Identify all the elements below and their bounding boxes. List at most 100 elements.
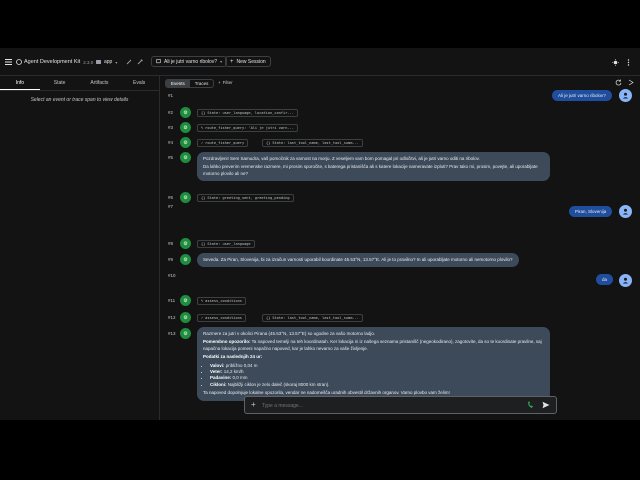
tab-evals[interactable]: Evals xyxy=(119,76,159,90)
new-session-button[interactable]: + New Session xyxy=(225,56,271,67)
user-avatar xyxy=(619,89,632,102)
tab-artifacts[interactable]: Artifacts xyxy=(80,76,120,90)
event-row[interactable]: #2 ⚙ {} State: user_language, location_co… xyxy=(160,107,640,120)
event-id: #8 xyxy=(168,241,174,246)
send-icon[interactable] xyxy=(542,401,550,411)
main-panel: Events Traces + Filter #1 Ali je jutri v… xyxy=(160,76,640,420)
session-title-pill[interactable]: Ali je jutri varno ribolov? ▾ xyxy=(151,56,228,67)
warning-paragraph: Pomembno opozorilo: Ta napoved temelji n… xyxy=(203,339,544,352)
theme-toggle-icon[interactable] xyxy=(612,56,619,68)
agent-avatar: ⚙ xyxy=(180,107,191,118)
event-id: #5 xyxy=(168,155,174,160)
event-row[interactable]: #3 ⚙ ϟ route_fisher_query: 'Ali je jutri … xyxy=(160,122,640,135)
agent-avatar: ⚙ xyxy=(180,254,191,265)
details-list: Valovi: približno 0,04 m Veter: 14,2 km/… xyxy=(210,363,544,389)
more-vert-icon[interactable] xyxy=(627,56,630,68)
event-row[interactable]: #5 ⚙ Pozdravljeni! Sem Samudra, vaš pomo… xyxy=(160,152,640,190)
event-id: #3 xyxy=(168,125,174,130)
event-row[interactable]: #11 ⚙ ϟ assess_conditions xyxy=(160,295,640,308)
folder-icon xyxy=(96,60,101,64)
item-key: Veter: xyxy=(210,369,223,375)
app-title: Agent Development Kit 2.3.0 xyxy=(24,56,93,68)
user-avatar xyxy=(619,205,632,218)
braces-icon: {} xyxy=(266,141,271,145)
user-avatar xyxy=(619,274,632,287)
bolt-icon: ϟ xyxy=(201,126,204,130)
state-chip[interactable]: {} State: user_language, location_confir.… xyxy=(197,109,298,117)
function-call-chip[interactable]: ϟ route_fisher_query: 'Ali je jutri varn.… xyxy=(197,124,298,132)
item-key: Valovi: xyxy=(210,362,225,368)
chip-label: route_fisher_query xyxy=(205,141,245,145)
chip-label: State: last_tool_name, last_tool_summ... xyxy=(272,141,359,145)
app-title-text: Agent Development Kit xyxy=(24,59,81,65)
state-chip[interactable]: {} State: user_language xyxy=(197,240,255,248)
event-id: #9 xyxy=(168,257,174,262)
state-chip[interactable]: {} State: greeting_sent, greeting_pending xyxy=(197,194,294,202)
refresh-icon[interactable] xyxy=(615,79,622,88)
event-row[interactable]: #1 Ali je jutri varno ribolov? xyxy=(160,89,640,104)
app-window: Agent Development Kit 2.3.0 app ▾ Ali je… xyxy=(0,48,640,420)
agent-avatar: ⚙ xyxy=(180,312,191,323)
edit-icon[interactable] xyxy=(137,56,143,68)
left-tabs: Info State Artifacts Evals xyxy=(0,76,159,91)
agent-message: Seveda. Za Piran, Slovenija, bi za izrač… xyxy=(197,253,519,268)
event-id: #12 xyxy=(168,315,176,320)
check-icon: ✓ xyxy=(201,316,204,320)
top-bar: Agent Development Kit 2.3.0 app ▾ Ali je… xyxy=(0,48,640,76)
expand-icon[interactable] xyxy=(628,79,634,88)
agent-avatar: ⚙ xyxy=(180,192,191,203)
item-value: približno 0,04 m xyxy=(224,362,258,368)
chat-icon xyxy=(156,59,161,64)
message-composer: + xyxy=(244,396,557,414)
chip-label: route_fisher_query: 'Ali je jutri varn..… xyxy=(205,126,294,130)
chip-label: State: greeting_sent, greeting_pending xyxy=(207,196,290,200)
event-row[interactable]: #9 ⚙ Seveda. Za Piran, Slovenija, bi za … xyxy=(160,253,640,268)
call-icon[interactable] xyxy=(527,401,534,411)
pencil-icon[interactable] xyxy=(126,56,132,68)
event-id: #10 xyxy=(168,273,176,278)
tab-state[interactable]: State xyxy=(40,76,80,90)
function-call-chip[interactable]: ϟ assess_conditions xyxy=(197,297,246,305)
state-chip[interactable]: {} State: last_tool_name, last_tool_summ.… xyxy=(262,314,363,322)
plus-icon: + xyxy=(218,80,221,85)
message-paragraph: Razmere za jutri v okolici Pirana (45.53… xyxy=(203,331,376,336)
message-paragraph: Da lahko preverim vremenske razmere, mi … xyxy=(203,164,538,176)
agent-avatar: ⚙ xyxy=(180,238,191,249)
chip-label: assess_conditions xyxy=(205,316,242,320)
app-version: 2.3.0 xyxy=(83,59,94,65)
message-input[interactable] xyxy=(262,400,517,411)
app-selector[interactable]: app ▾ xyxy=(96,56,117,68)
tab-traces[interactable]: Traces xyxy=(190,80,214,87)
bolt-icon: ϟ xyxy=(201,299,204,303)
menu-icon[interactable] xyxy=(5,56,12,68)
agent-message: Razmere za jutri v okolici Pirana (45.53… xyxy=(197,327,550,401)
tab-events[interactable]: Events xyxy=(166,80,190,87)
event-row[interactable]: #10 da xyxy=(160,272,640,288)
function-response-chip[interactable]: ✓ route_fisher_query xyxy=(197,139,249,147)
user-message: da xyxy=(596,274,614,285)
chip-label: assess_conditions xyxy=(205,299,242,303)
left-panel: Info State Artifacts Evals Select an eve… xyxy=(0,76,160,420)
empty-details-message: Select an event or trace span to view de… xyxy=(30,97,129,103)
tab-info[interactable]: Info xyxy=(0,76,40,90)
agent-avatar: ⚙ xyxy=(180,328,191,339)
event-id: #7 xyxy=(168,204,174,209)
event-row[interactable]: #4 ⚙ ✓ route_fisher_query {} State: last_t… xyxy=(160,137,640,150)
details-label: Podatki za naslednjih 24 ur: xyxy=(203,354,263,360)
braces-icon: {} xyxy=(266,316,271,320)
agent-message: Pozdravljeni! Sem Samudra, vaš pomočnik … xyxy=(197,152,550,182)
new-session-label: New Session xyxy=(236,58,266,65)
state-chip[interactable]: {} State: last_tool_name, last_tool_summ.… xyxy=(262,139,363,147)
warning-label: Pomembno opozorilo: xyxy=(203,339,251,345)
chevron-down-icon: ▾ xyxy=(115,59,118,65)
filter-button[interactable]: + Filter xyxy=(218,80,233,85)
plus-icon: + xyxy=(230,58,234,65)
event-row[interactable]: #7 Piran, Slovenija xyxy=(160,204,640,220)
item-value: 0,0 mm xyxy=(231,375,248,381)
function-response-chip[interactable]: ✓ assess_conditions xyxy=(197,314,246,322)
event-row[interactable]: #12 ⚙ ✓ assess_conditions {} State: last_t… xyxy=(160,312,640,325)
event-row[interactable]: #8 ⚙ {} State: user_language xyxy=(160,238,640,251)
user-message: Piran, Slovenija xyxy=(569,206,613,217)
add-attachment-icon[interactable]: + xyxy=(251,400,256,409)
user-message: Ali je jutri varno ribolov? xyxy=(552,90,612,101)
